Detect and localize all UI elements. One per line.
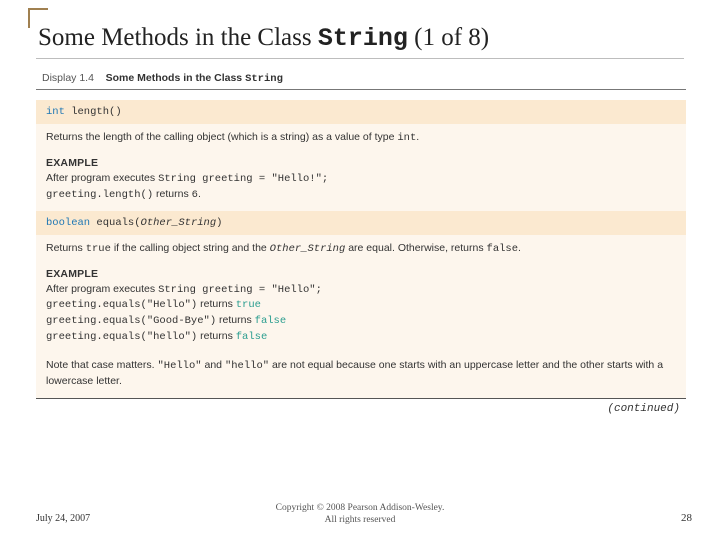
method-arg: Other_String <box>141 217 217 229</box>
title-post: (1 of 8) <box>408 24 489 51</box>
example-body-equals: After program executes String greeting =… <box>36 280 686 353</box>
return-type: int <box>46 106 65 118</box>
method-description: Returns the length of the calling object… <box>36 124 686 153</box>
example-label: EXAMPLE <box>36 264 686 280</box>
footer-copyright: Copyright © 2008 Pearson Addison-Wesley.… <box>0 503 720 526</box>
method-description: Returns true if the calling object strin… <box>36 235 686 264</box>
method-name: length() <box>65 106 122 118</box>
title-pre: Some Methods in the Class <box>38 24 318 51</box>
display-label: Display 1.4 <box>42 72 94 84</box>
display-heading-pre: Some Methods in the Class <box>106 72 245 84</box>
footer-page-number: 28 <box>681 512 692 524</box>
return-type: boolean <box>46 217 90 229</box>
continued-label: (continued) <box>36 399 686 415</box>
example-body-length: After program executes String greeting =… <box>36 169 686 210</box>
example-label: EXAMPLE <box>36 153 686 169</box>
title-underline <box>36 58 684 59</box>
display-heading: Display 1.4 Some Methods in the Class St… <box>36 72 686 90</box>
method-name: equals( <box>90 217 140 229</box>
method-signature-length: int length() <box>36 100 686 124</box>
method-close: ) <box>216 217 222 229</box>
slide-title: Some Methods in the Class String (1 of 8… <box>38 24 489 53</box>
title-code: String <box>318 24 408 53</box>
method-signature-equals: boolean equals(Other_String) <box>36 211 686 235</box>
book-excerpt: Display 1.4 Some Methods in the Class St… <box>36 72 686 415</box>
display-heading-code: String <box>245 73 283 85</box>
method-note: Note that case matters. "Hello" and "hel… <box>36 352 686 397</box>
